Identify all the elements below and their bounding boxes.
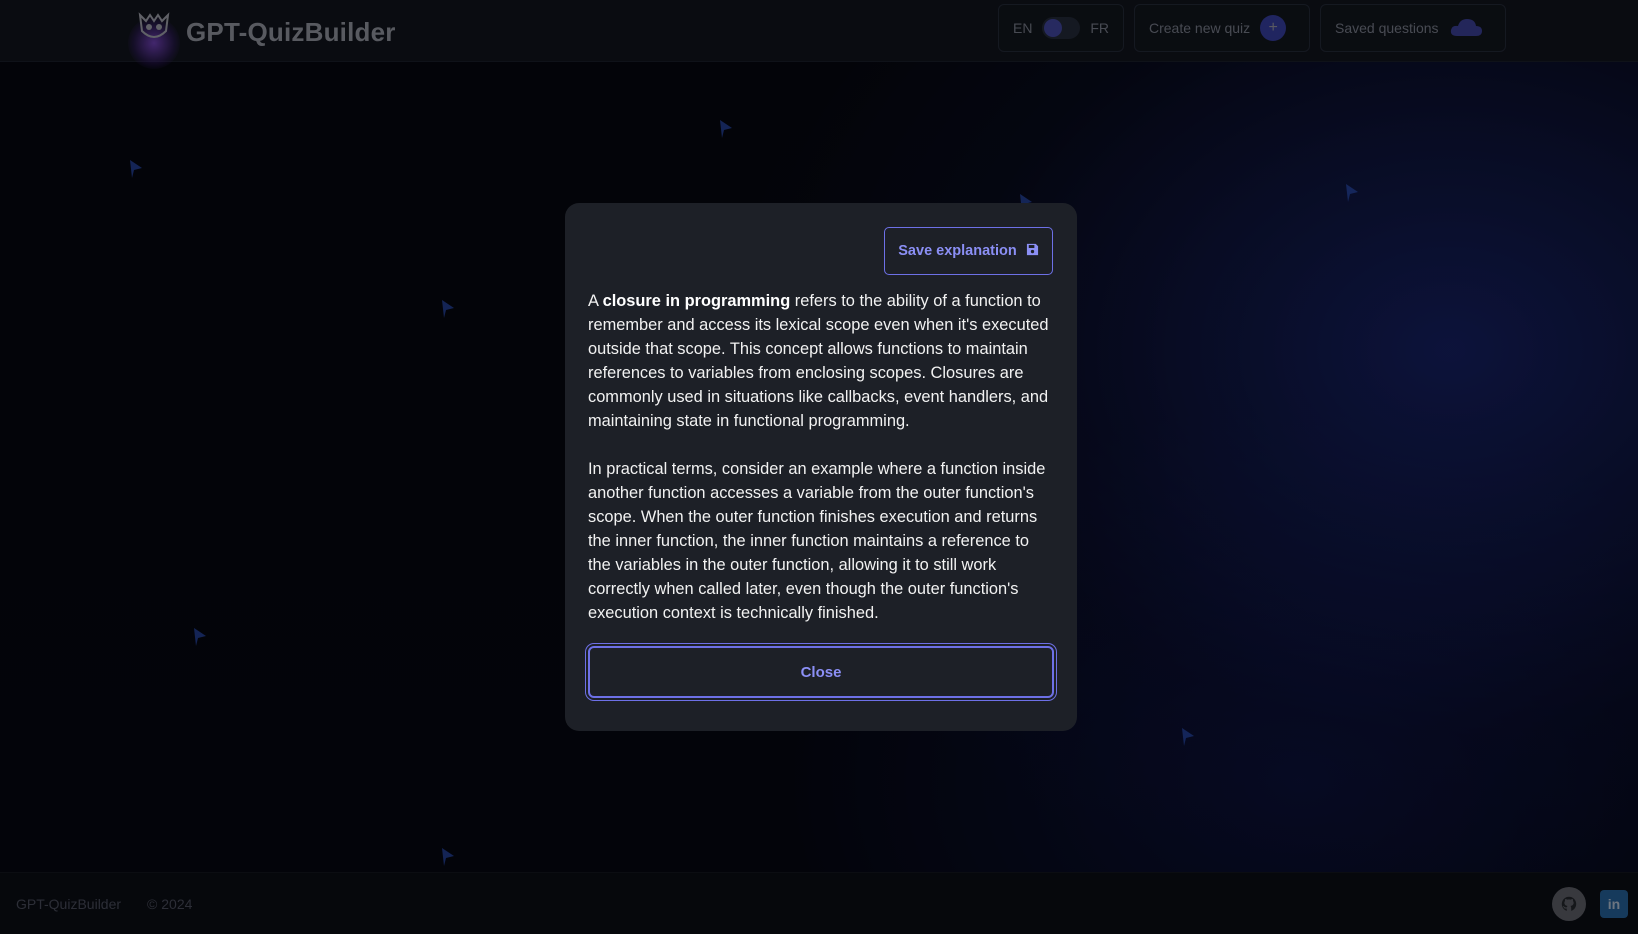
save-explanation-button[interactable]: Save explanation [884,227,1053,275]
explanation-paragraph: In practical terms, consider an example … [588,460,1046,622]
save-explanation-label: Save explanation [898,243,1017,259]
close-button[interactable]: Close [588,646,1054,698]
explanation-text: A closure in programming refers to the a… [588,289,1054,649]
key-term: closure in programming [602,292,791,310]
explanation-paragraph: A closure in programming refers to the a… [588,289,1054,433]
save-icon [1026,243,1039,260]
paragraph-text: refers to the ability of a function to r… [588,292,1049,430]
paragraph-text: A [588,292,603,310]
explanation-modal: Save explanation A closure in programmin… [565,203,1077,731]
